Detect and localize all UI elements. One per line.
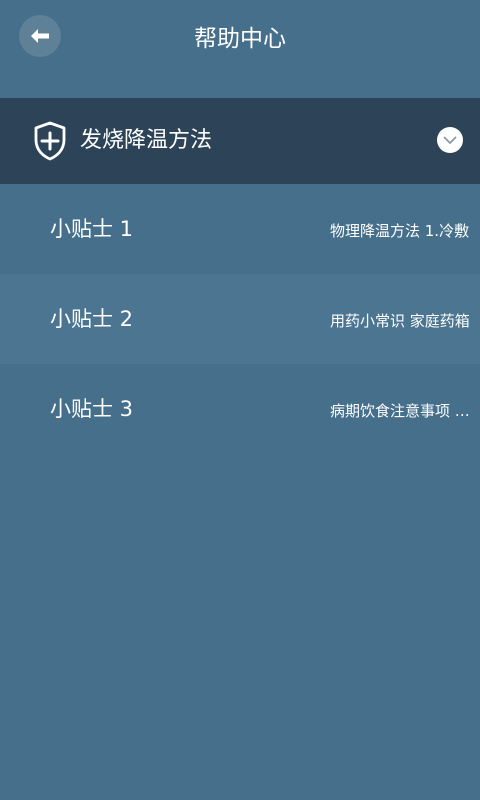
list-item[interactable]: 小贴士 1 物理降温方法 1.冷敷 bbox=[0, 184, 480, 274]
list-item[interactable]: 小贴士 2 用药小常识 家庭药箱 bbox=[0, 274, 480, 364]
expand-toggle-button[interactable] bbox=[437, 127, 463, 153]
chevron-down-icon bbox=[443, 136, 457, 144]
list-item-label: 小贴士 3 bbox=[50, 397, 134, 421]
list-item-preview: 用药小常识 家庭药箱 bbox=[330, 312, 470, 330]
section-title: 发烧降温方法 bbox=[80, 128, 213, 153]
tips-list: 小贴士 1 物理降温方法 1.冷敷 小贴士 2 用药小常识 家庭药箱 小贴士 3… bbox=[0, 184, 480, 454]
list-item-preview: 病期饮食注意事项 多喝水 bbox=[330, 402, 474, 420]
app-header: 帮助中心 bbox=[0, 0, 480, 80]
section-header-fever[interactable]: 发烧降温方法 bbox=[0, 98, 480, 184]
list-item-label: 小贴士 1 bbox=[50, 217, 134, 241]
list-item-preview: 物理降温方法 1.冷敷 bbox=[330, 222, 470, 240]
list-item[interactable]: 小贴士 3 病期饮食注意事项 多喝水 bbox=[0, 364, 480, 454]
list-item-label: 小贴士 2 bbox=[50, 307, 134, 331]
page-title: 帮助中心 bbox=[194, 26, 286, 52]
shield-plus-icon bbox=[34, 121, 66, 161]
